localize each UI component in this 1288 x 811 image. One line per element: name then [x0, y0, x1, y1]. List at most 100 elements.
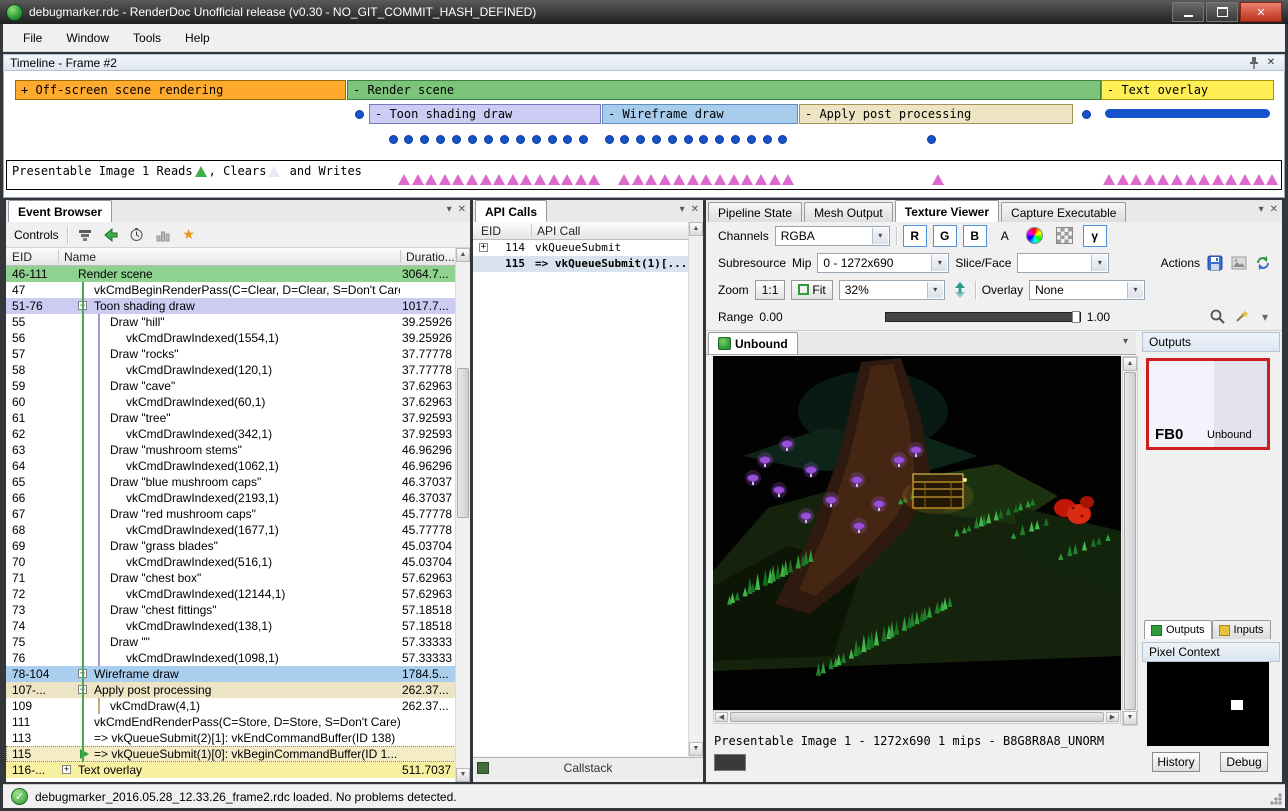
draw-event-dot[interactable] — [715, 135, 724, 144]
event-row[interactable]: 60vkCmdDrawIndexed(60,1)37.62963 — [6, 394, 456, 410]
draw-event-dot[interactable] — [484, 135, 493, 144]
texture-hscrollbar[interactable]: ◀ ▶ — [713, 710, 1121, 724]
write-marker-triangle[interactable] — [632, 174, 644, 185]
api-calls-scrollbar[interactable]: ▲ ▼ — [688, 222, 703, 756]
close-icon[interactable]: ✕ — [1264, 56, 1278, 70]
autofit-magnifier-icon[interactable] — [1208, 308, 1226, 326]
menu-window[interactable]: Window — [56, 27, 119, 49]
event-row[interactable]: 107-...−Apply post processing262.37... — [6, 682, 456, 698]
api-row[interactable]: +114vkQueueSubmit — [473, 240, 689, 256]
channels-select[interactable]: RGBA▾ — [775, 226, 890, 246]
write-marker-triangle[interactable] — [1185, 174, 1197, 185]
write-marker-triangle[interactable] — [466, 174, 478, 185]
event-row[interactable]: 51-76−Toon shading draw1017.7... — [6, 298, 456, 314]
draw-event-dot[interactable] — [636, 135, 645, 144]
event-row[interactable]: 58vkCmdDrawIndexed(120,1)37.77778 — [6, 362, 456, 378]
scroll-down-icon[interactable]: ▼ — [1123, 711, 1137, 725]
write-marker-triangle[interactable] — [673, 174, 685, 185]
slice-face-select[interactable]: ▾ — [1017, 253, 1109, 273]
write-marker-triangle[interactable] — [534, 174, 546, 185]
gamma-button[interactable]: γ — [1083, 225, 1107, 247]
fb0-thumbnail[interactable]: FB0 Unbound — [1146, 358, 1270, 450]
event-row[interactable]: 113=> vkQueueSubmit(2)[1]: vkEndCommandB… — [6, 730, 456, 746]
draw-event-dot[interactable] — [778, 135, 787, 144]
custom-display-button[interactable] — [1023, 225, 1047, 247]
panel-menu-icon[interactable]: ▾ — [680, 204, 685, 215]
write-marker-triangle[interactable] — [1144, 174, 1156, 185]
write-marker-triangle[interactable] — [398, 174, 410, 185]
pixel-context-view[interactable] — [1147, 662, 1269, 746]
draw-event-dot[interactable] — [731, 135, 740, 144]
alpha-checker-button[interactable] — [1053, 225, 1077, 247]
event-row[interactable]: 76vkCmdDrawIndexed(1098,1)57.33333 — [6, 650, 456, 666]
tab-api-calls[interactable]: API Calls — [475, 200, 547, 222]
draw-event-dot[interactable] — [516, 135, 525, 144]
write-marker-triangle[interactable] — [439, 174, 451, 185]
scroll-thumb[interactable] — [1124, 372, 1136, 710]
range-slider-handle[interactable] — [1072, 311, 1080, 323]
write-marker-triangle[interactable] — [548, 174, 560, 185]
event-row[interactable]: 55Draw "hill"39.25926 — [6, 314, 456, 330]
draw-event-dot[interactable] — [500, 135, 509, 144]
timeline-marker-bar[interactable]: - Toon shading draw — [369, 104, 601, 124]
event-row[interactable]: 65Draw "blue mushroom caps"46.37037 — [6, 474, 456, 490]
debug-button[interactable]: Debug — [1220, 752, 1268, 772]
draw-event-dot[interactable] — [605, 135, 614, 144]
write-marker-triangle[interactable] — [714, 174, 726, 185]
write-marker-triangle[interactable] — [493, 174, 505, 185]
overlay-select[interactable]: None▾ — [1029, 280, 1145, 300]
tab-unbound-texture[interactable]: Unbound — [708, 332, 798, 354]
event-row[interactable]: 64vkCmdDrawIndexed(1062,1)46.96296 — [6, 458, 456, 474]
write-marker-triangle[interactable] — [520, 174, 532, 185]
timeline-marker-bar[interactable]: - Apply post processing — [799, 104, 1073, 124]
mip-select[interactable]: 0 - 1272x690▾ — [817, 253, 949, 273]
timeline-marker-bar[interactable]: - Text overlay — [1101, 80, 1274, 100]
callstack-section[interactable]: Callstack — [473, 757, 703, 778]
scroll-thumb[interactable] — [730, 712, 1104, 722]
time-durations-icon[interactable] — [128, 226, 146, 244]
write-marker-triangle[interactable] — [1253, 174, 1265, 185]
event-row[interactable]: 63Draw "mushroom stems"46.96296 — [6, 442, 456, 458]
minimize-button[interactable] — [1172, 2, 1204, 22]
write-marker-triangle[interactable] — [1225, 174, 1237, 185]
write-marker-triangle[interactable] — [700, 174, 712, 185]
write-marker-triangle[interactable] — [507, 174, 519, 185]
event-row[interactable]: 70vkCmdDrawIndexed(516,1)45.03704 — [6, 554, 456, 570]
timeline-marker-bar[interactable]: + Off-screen scene rendering — [15, 80, 346, 100]
draw-event-dot[interactable] — [563, 135, 572, 144]
clear-marker-icon[interactable] — [268, 166, 280, 177]
write-marker-triangle[interactable] — [412, 174, 424, 185]
draw-event-dot[interactable] — [652, 135, 661, 144]
menu-help[interactable]: Help — [175, 27, 220, 49]
texture-vscrollbar[interactable]: ▲ ▼ — [1122, 356, 1138, 726]
scroll-down-icon[interactable]: ▼ — [456, 768, 470, 782]
event-row[interactable]: 62vkCmdDrawIndexed(342,1)37.92593 — [6, 426, 456, 442]
write-marker-triangle[interactable] — [1130, 174, 1142, 185]
event-row[interactable]: 56vkCmdDrawIndexed(1554,1)39.25926 — [6, 330, 456, 346]
event-row[interactable]: 47vkCmdBeginRenderPass(C=Clear, D=Clear,… — [6, 282, 456, 298]
write-marker-triangle[interactable] — [645, 174, 657, 185]
channel-red-button[interactable]: R — [903, 225, 927, 247]
write-marker-triangle[interactable] — [687, 174, 699, 185]
write-marker-triangle[interactable] — [588, 174, 600, 185]
goto-event-icon[interactable] — [102, 226, 120, 244]
write-marker-triangle[interactable] — [782, 174, 794, 185]
close-icon[interactable]: ✕ — [1270, 204, 1278, 215]
close-button[interactable]: ✕ — [1240, 2, 1282, 22]
tab-capture-executable[interactable]: Capture Executable — [1001, 202, 1126, 222]
draw-event-dot[interactable] — [1082, 110, 1091, 119]
timeline-marker-bar[interactable]: - Render scene — [347, 80, 1101, 100]
range-wand-icon[interactable] — [1232, 308, 1250, 326]
statistics-icon[interactable] — [154, 226, 172, 244]
zoom-1to1-button[interactable]: 1:1 — [755, 280, 786, 300]
draw-event-dot[interactable] — [579, 135, 588, 144]
draw-event-dot[interactable] — [404, 135, 413, 144]
maximize-button[interactable] — [1206, 2, 1238, 22]
panel-menu-icon[interactable]: ▾ — [1259, 204, 1264, 215]
event-row[interactable]: 69Draw "grass blades"45.03704 — [6, 538, 456, 554]
write-marker-triangle[interactable] — [728, 174, 740, 185]
tab-mesh-output[interactable]: Mesh Output — [804, 202, 893, 222]
scroll-thumb[interactable] — [457, 368, 469, 518]
pin-icon[interactable] — [1247, 56, 1261, 70]
write-marker-triangle[interactable] — [618, 174, 630, 185]
